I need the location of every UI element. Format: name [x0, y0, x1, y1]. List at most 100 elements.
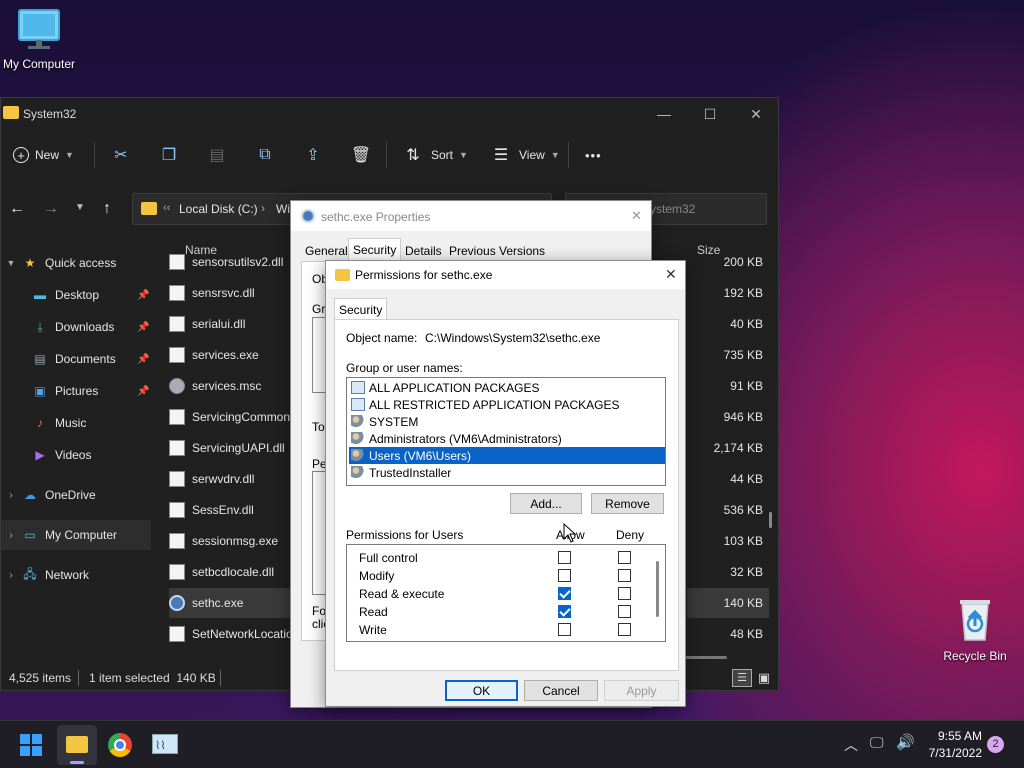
minimize-button[interactable]: — [641, 98, 687, 130]
cancel-button[interactable]: Cancel [524, 680, 598, 701]
nav-desktop[interactable]: ▬ Desktop 📌 [1, 280, 151, 310]
permission-list: Full control Modify Read & execute Read Writ… [346, 544, 666, 642]
taskbar-chrome[interactable] [108, 733, 132, 757]
view-label: View [519, 148, 545, 162]
share-button[interactable]: ⇪ [301, 140, 325, 170]
file-row[interactable]: setbcdlocale.dll [169, 557, 294, 587]
tab-security[interactable]: Security [348, 238, 402, 261]
deny-checkbox[interactable] [618, 605, 631, 618]
permissions-titlebar[interactable]: Permissions for sethc.exe ✕ [326, 261, 685, 289]
file-row[interactable]: serwvdrv.dll [169, 464, 294, 494]
permissions-close-button[interactable]: ✕ [665, 266, 677, 283]
permissions-dialog: Permissions for sethc.exe ✕ Security Obj… [325, 260, 686, 707]
tab-details[interactable]: Details [401, 241, 446, 261]
file-row[interactable]: services.exe [169, 340, 294, 370]
apply-button[interactable]: Apply [604, 680, 679, 701]
tab-security[interactable]: Security [334, 298, 388, 320]
tab-previous-versions[interactable]: Previous Versions [445, 241, 549, 261]
vertical-scrollbar[interactable] [769, 512, 772, 528]
copy-button[interactable]: ❐ [157, 140, 181, 170]
taskbar-monitor-app[interactable]: ⌇⌇ [152, 734, 178, 754]
nav-music[interactable]: ♪ Music [1, 408, 151, 438]
nav-pictures[interactable]: ▣ Pictures 📌 [1, 376, 151, 406]
desktop-my-computer[interactable]: My Computer [0, 8, 78, 71]
windows-logo-icon [20, 734, 30, 744]
recent-chevron-icon[interactable]: ▼ [75, 202, 85, 213]
close-button[interactable]: ✕ [733, 98, 779, 130]
properties-titlebar[interactable]: sethc.exe Properties ✕ [291, 201, 651, 231]
nav-downloads[interactable]: ⤓ Downloads 📌 [1, 312, 151, 342]
user-list-item[interactable]: ALL RESTRICTED APPLICATION PACKAGES [351, 396, 667, 413]
file-row[interactable]: services.msc [169, 371, 294, 401]
notification-badge[interactable]: 2 [987, 736, 1004, 753]
nav-videos[interactable]: ▶ Videos [1, 440, 151, 470]
nav-onedrive[interactable]: › ☁ OneDrive [1, 480, 151, 510]
user-list-item[interactable]: Users (VM6\Users) [349, 447, 665, 464]
allow-checkbox[interactable] [558, 605, 571, 618]
add-button[interactable]: Add... [510, 493, 582, 514]
deny-checkbox[interactable] [618, 587, 631, 600]
desktop-recycle-bin[interactable]: Recycle Bin [938, 596, 1012, 663]
file-row[interactable]: SetNetworkLocatio [169, 619, 294, 649]
sort-label: Sort [431, 148, 454, 162]
start-button[interactable] [20, 734, 42, 756]
nav-network[interactable]: › 🖧 Network [1, 560, 151, 590]
user-list-item[interactable]: ALL APPLICATION PACKAGES [351, 379, 667, 396]
deny-checkbox[interactable] [618, 551, 631, 564]
deny-checkbox[interactable] [618, 623, 631, 636]
clock-date[interactable]: 7/31/2022 [920, 746, 982, 760]
tab-general[interactable]: General [301, 241, 352, 261]
file-row[interactable]: SessEnv.dll [169, 495, 294, 525]
new-button[interactable]: + New ▼ [13, 140, 74, 170]
show-hidden-icons-chevron-icon[interactable]: ︿ [844, 735, 858, 755]
taskbar-file-explorer[interactable] [57, 725, 97, 765]
file-row[interactable]: sensorsutilsv2.dll [169, 247, 294, 277]
nav-my-computer[interactable]: › ▭ My Computer [1, 520, 151, 550]
ok-button[interactable]: OK [445, 680, 518, 701]
permission-label: Read [359, 605, 388, 619]
deny-checkbox[interactable] [618, 569, 631, 582]
remove-button[interactable]: Remove [591, 493, 664, 514]
delete-button[interactable]: 🗑 [349, 140, 373, 170]
forward-arrow-icon[interactable]: → [43, 200, 59, 218]
file-row[interactable]: sessionmsg.exe [169, 526, 294, 556]
user-list[interactable]: ALL APPLICATION PACKAGES ALL RESTRICTED A… [346, 377, 666, 486]
file-row[interactable]: ServicingUAPI.dll [169, 433, 294, 463]
rename-button[interactable]: ⧉ [253, 140, 277, 170]
nav-documents[interactable]: ▤ Documents 📌 [1, 344, 151, 374]
breadcrumb-drive[interactable]: Local Disk (C:) [179, 202, 258, 216]
tiles-view-button[interactable]: ▣ [755, 669, 773, 687]
user-list-item[interactable]: SYSTEM [351, 413, 667, 430]
users-group-icon [351, 466, 365, 479]
sethc-app-icon [301, 209, 315, 223]
nav-quick-access[interactable]: ▼ ★ Quick access [1, 248, 151, 278]
paste-button[interactable]: ▤ [205, 140, 229, 170]
volume-icon[interactable]: 🔊 [896, 733, 915, 751]
maximize-button[interactable]: ☐ [687, 98, 733, 130]
up-arrow-icon[interactable]: ↑ [103, 200, 111, 218]
view-button[interactable]: ☰ View ▼ [489, 140, 560, 170]
user-list-item[interactable]: TrustedInstaller [351, 464, 667, 481]
network-status-icon[interactable]: 🖵 [870, 734, 884, 751]
more-options-button[interactable]: ••• [585, 140, 602, 170]
back-arrow-icon[interactable]: ← [9, 200, 25, 218]
allow-checkbox[interactable] [558, 569, 571, 582]
allow-checkbox[interactable] [558, 587, 571, 600]
clock-time[interactable]: 9:55 AM [920, 729, 982, 743]
allow-checkbox[interactable] [558, 551, 571, 564]
properties-title: sethc.exe Properties [321, 210, 431, 224]
file-row[interactable]: ServicingCommon [169, 402, 294, 432]
breadcrumb-next[interactable]: Wi [276, 202, 290, 216]
explorer-titlebar[interactable]: System32 — ☐ ✕ [1, 98, 778, 130]
user-list-item[interactable]: Administrators (VM6\Administrators) [351, 430, 667, 447]
properties-close-button[interactable]: ✕ [631, 208, 642, 224]
scissors-icon: ✂ [114, 147, 128, 164]
file-row[interactable]: sethc.exe [169, 588, 291, 618]
permission-scrollbar[interactable] [656, 561, 659, 617]
file-row[interactable]: sensrsvc.dll [169, 278, 294, 308]
file-row[interactable]: serialui.dll [169, 309, 294, 339]
details-view-button[interactable]: ☰ [732, 669, 752, 687]
allow-checkbox[interactable] [558, 623, 571, 636]
cut-button[interactable]: ✂ [109, 140, 133, 170]
sort-button[interactable]: ⇅ Sort ▼ [401, 140, 468, 170]
